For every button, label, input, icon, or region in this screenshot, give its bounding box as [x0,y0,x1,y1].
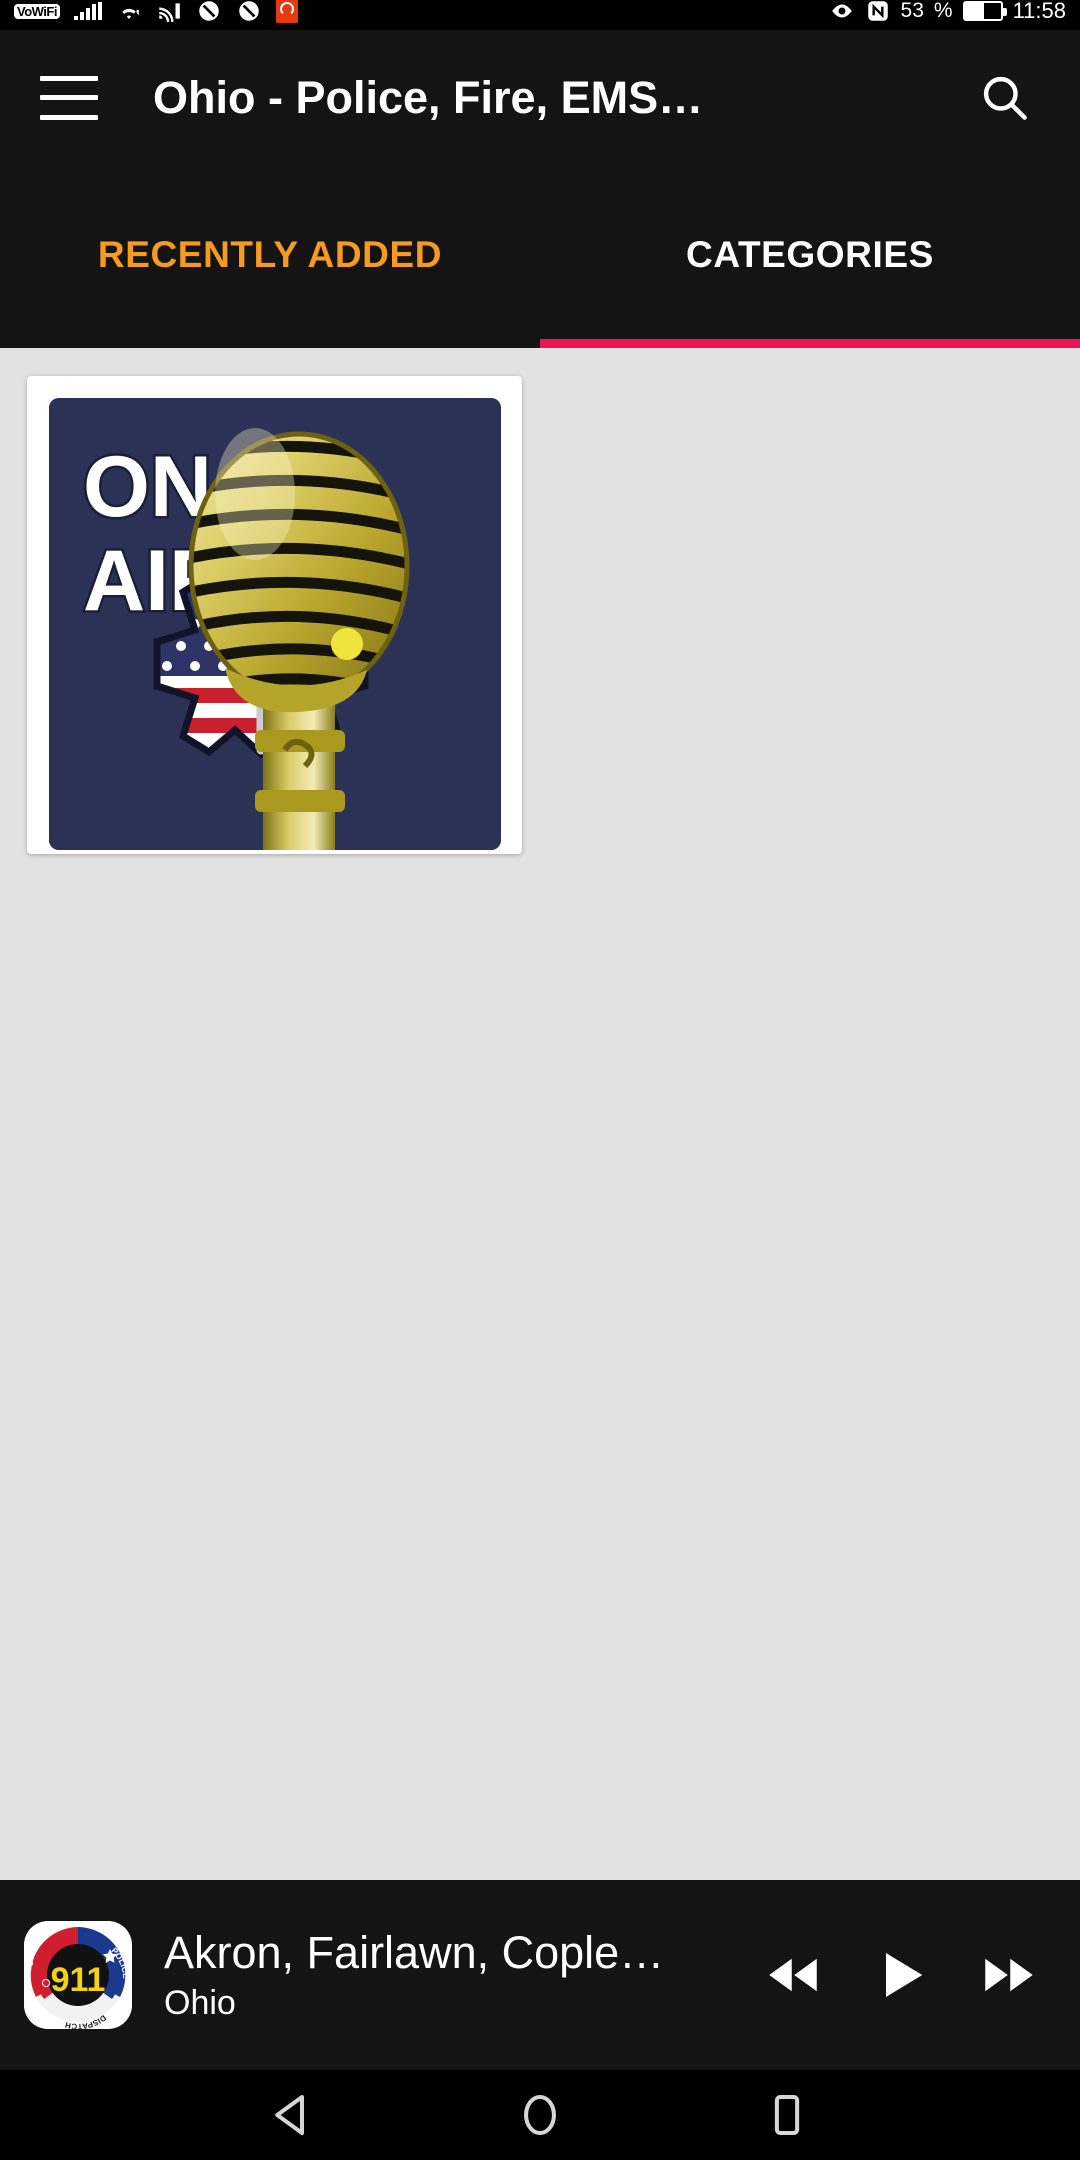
card-text-block: Ohio 122 Stations [27,828,522,854]
percent-symbol: % [933,0,953,22]
phone-screen: VoWiFi 53 % 11:58 Ohio - Police, Fire, E… [0,0,1080,2160]
player-subtitle: Ohio [164,1983,236,2022]
cast-icon [159,3,180,22]
eye-icon [831,4,852,18]
signal-bars-icon [73,2,102,20]
play-button[interactable] [864,1938,938,2012]
search-icon[interactable] [970,63,1040,133]
android-navigation-bar [0,2070,1080,2160]
status-bar-right-icons: 53 % 11:58 [829,0,1066,30]
dnd-icon-2 [239,1,259,21]
clock-label: 11:58 [1012,0,1066,23]
tab-categories[interactable]: CATEGORIES [540,165,1080,348]
category-card-ohio[interactable]: ON AIR [27,376,522,854]
status-bar-left-icons: VoWiFi [14,0,298,30]
tab-recently-added[interactable]: RECENTLY ADDED [0,165,540,348]
fast-forward-button[interactable] [972,1938,1046,2012]
back-triangle-icon[interactable] [256,2078,330,2152]
wifi-icon [122,8,139,20]
battery-icon [962,1,1007,21]
player-controls [756,1938,1056,2012]
hamburger-menu-icon[interactable] [40,75,98,120]
tab-bar: RECENTLY ADDED CATEGORIES [0,165,1080,348]
page-title: Ohio - Police, Fire, EMS… [153,71,704,123]
content-area: ON AIR [0,348,1080,1880]
svg-text:ON: ON [83,439,212,535]
on-air-microphone-artwork: ON AIR [49,398,501,850]
tab-categories-label: CATEGORIES [686,233,934,275]
rewind-button[interactable] [756,1938,830,2012]
player-meta: Akron, Fairlawn, Cople… Ohio [164,1928,756,2022]
battery-percent-label: 53 [900,0,924,22]
app-bar: Ohio - Police, Fire, EMS… [0,30,1080,165]
vowifi-badge: VoWiFi [14,3,60,19]
tab-indicator [540,339,1080,348]
recents-square-icon[interactable] [750,2078,824,2152]
home-circle-icon[interactable] [503,2078,577,2152]
app-notification-icon [275,0,298,23]
nfc-icon [867,1,888,21]
tab-recently-added-label: RECENTLY ADDED [97,233,443,275]
player-title: Akron, Fairlawn, Cople… [164,1928,665,1979]
dnd-icon [199,1,219,21]
911-dispatch-badge[interactable]: FIRE/EMS POLICE DISPATCH 911 [24,1921,132,2029]
svg-text:911: 911 [51,1961,106,1999]
player-bar: FIRE/EMS POLICE DISPATCH 911 Akron, Fair… [0,1880,1080,2070]
status-bar: VoWiFi 53 % 11:58 [0,0,1080,30]
